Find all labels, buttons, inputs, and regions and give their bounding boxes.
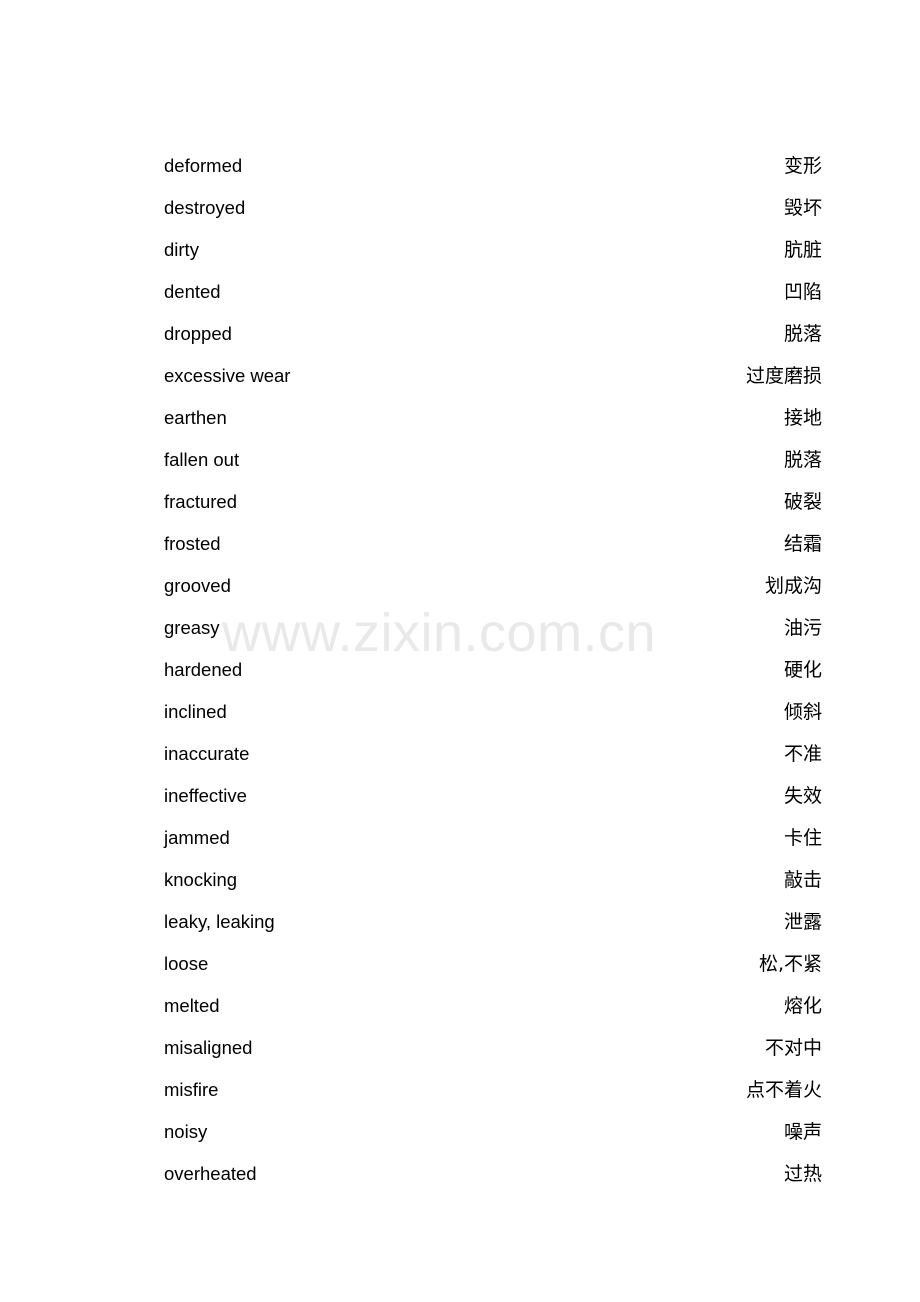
glossary-row: misaligned 不对中	[164, 1027, 822, 1069]
term-chinese: 不准	[783, 743, 822, 765]
term-english: leaky, leaking	[164, 911, 275, 932]
term-chinese: 变形	[783, 155, 822, 177]
glossary-row: noisy 噪声	[164, 1111, 822, 1153]
glossary-row: grooved 划成沟	[164, 565, 822, 607]
term-chinese: 硬化	[783, 659, 822, 681]
glossary-row: inaccurate 不准	[164, 733, 822, 775]
term-english: inaccurate	[164, 743, 250, 764]
term-chinese: 熔化	[783, 995, 822, 1017]
term-chinese: 结霜	[783, 533, 822, 555]
glossary-row: deformed 变形	[164, 145, 822, 187]
term-chinese: 卡住	[783, 827, 822, 849]
glossary-row: dirty 肮脏	[164, 229, 822, 271]
term-chinese: 接地	[783, 407, 822, 429]
term-chinese: 噪声	[783, 1121, 822, 1143]
term-chinese: 脱落	[783, 449, 822, 471]
term-english: noisy	[164, 1121, 208, 1142]
term-english: fallen out	[164, 449, 240, 470]
term-english: melted	[164, 995, 220, 1016]
term-chinese: 敲击	[783, 869, 822, 891]
glossary-row: inclined 倾斜	[164, 691, 822, 733]
term-chinese: 失效	[783, 785, 822, 807]
document-page: www.zixin.com.cn deformed 变形 destroyed 毁坏 di…	[0, 0, 920, 1302]
glossary-row: excessive wear 过度磨损	[164, 355, 822, 397]
term-english: dented	[164, 281, 221, 302]
term-chinese: 泄露	[783, 911, 822, 933]
term-english: jammed	[164, 827, 230, 848]
glossary-row: hardened 硬化	[164, 649, 822, 691]
term-english: loose	[164, 953, 209, 974]
term-english: fractured	[164, 491, 238, 512]
term-chinese: 倾斜	[783, 701, 822, 723]
term-chinese: 破裂	[783, 491, 822, 513]
term-english: overheated	[164, 1163, 257, 1184]
term-chinese: 凹陷	[783, 281, 822, 303]
glossary-row: destroyed 毁坏	[164, 187, 822, 229]
term-english: dropped	[164, 323, 232, 344]
term-english: inclined	[164, 701, 227, 722]
term-chinese: 过热	[783, 1163, 822, 1185]
glossary-row: fractured 破裂	[164, 481, 822, 523]
term-english: frosted	[164, 533, 221, 554]
term-english: knocking	[164, 869, 238, 890]
term-english: deformed	[164, 155, 243, 176]
glossary-row: leaky, leaking 泄露	[164, 901, 822, 943]
term-english: misaligned	[164, 1037, 253, 1058]
glossary-row: dropped 脱落	[164, 313, 822, 355]
term-english: hardened	[164, 659, 243, 680]
glossary-row: jammed 卡住	[164, 817, 822, 859]
term-english: ineffective	[164, 785, 247, 806]
term-chinese: 不对中	[764, 1037, 822, 1059]
term-chinese: 划成沟	[764, 575, 822, 597]
glossary-row: dented 凹陷	[164, 271, 822, 313]
term-english: excessive wear	[164, 365, 291, 386]
term-chinese: 过度磨损	[745, 365, 822, 387]
glossary-row: greasy 油污	[164, 607, 822, 649]
term-chinese: 脱落	[783, 323, 822, 345]
glossary-row: misfire 点不着火	[164, 1069, 822, 1111]
glossary-row: melted 熔化	[164, 985, 822, 1027]
term-chinese: 油污	[783, 617, 822, 639]
glossary-list: deformed 变形 destroyed 毁坏 dirty 肮脏 dented 凹陷 drop…	[164, 145, 822, 1195]
glossary-row: knocking 敲击	[164, 859, 822, 901]
term-english: greasy	[164, 617, 220, 638]
glossary-row: fallen out 脱落	[164, 439, 822, 481]
glossary-row: overheated 过热	[164, 1153, 822, 1195]
term-english: dirty	[164, 239, 199, 260]
glossary-row: loose 松,不紧	[164, 943, 822, 985]
term-chinese: 松,不紧	[758, 953, 822, 975]
term-chinese: 毁坏	[783, 197, 822, 219]
term-english: misfire	[164, 1079, 219, 1100]
glossary-row: earthen 接地	[164, 397, 822, 439]
glossary-row: frosted 结霜	[164, 523, 822, 565]
term-english: destroyed	[164, 197, 246, 218]
glossary-row: ineffective 失效	[164, 775, 822, 817]
term-chinese: 肮脏	[783, 239, 822, 261]
term-english: grooved	[164, 575, 231, 596]
term-english: earthen	[164, 407, 227, 428]
term-chinese: 点不着火	[745, 1079, 822, 1101]
